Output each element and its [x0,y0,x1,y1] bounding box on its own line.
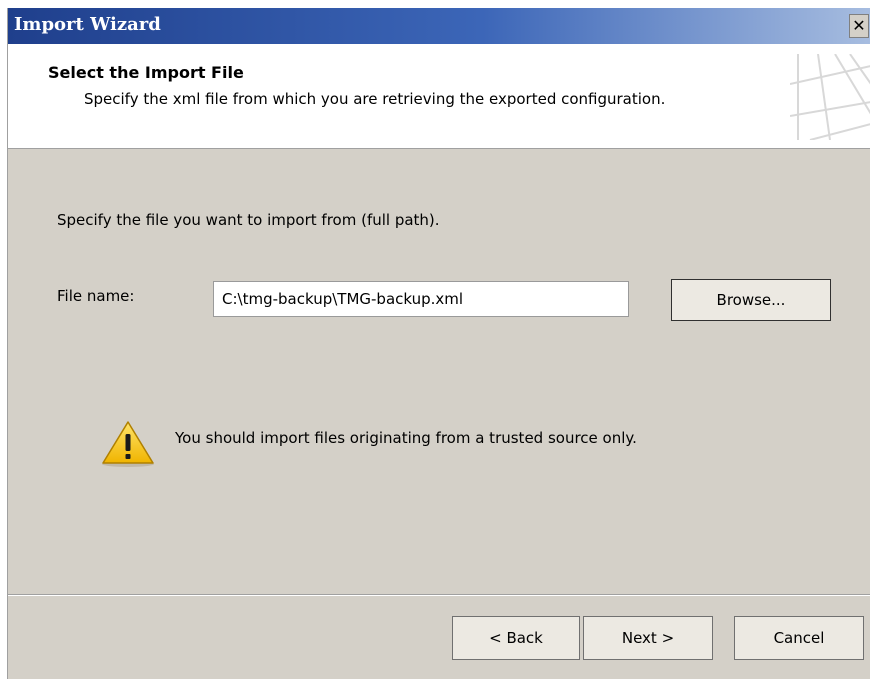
footer-divider [8,594,870,596]
warning-message: You should import files originating from… [175,429,637,447]
wizard-body: Specify the file you want to import from… [8,149,870,594]
file-name-label: File name: [57,287,135,305]
back-button[interactable]: < Back [452,616,580,660]
import-wizard-dialog: Import Wizard ✕ Select the Import File S… [7,8,870,679]
warning-icon [102,421,154,467]
cancel-button[interactable]: Cancel [734,616,864,660]
close-button[interactable]: ✕ [849,14,869,38]
page-title: Select the Import File [48,63,244,82]
close-icon: ✕ [852,16,866,35]
page-subtitle: Specify the xml file from which you are … [84,90,666,108]
title-bar[interactable]: Import Wizard ✕ [8,8,870,44]
file-name-input[interactable] [213,281,629,317]
instruction-text: Specify the file you want to import from… [57,211,440,229]
next-button[interactable]: Next > [583,616,713,660]
header-banner-graphic [790,54,870,140]
wizard-header: Select the Import File Specify the xml f… [8,44,870,149]
window-title: Import Wizard [14,14,161,35]
browse-button[interactable]: Browse... [671,279,831,321]
